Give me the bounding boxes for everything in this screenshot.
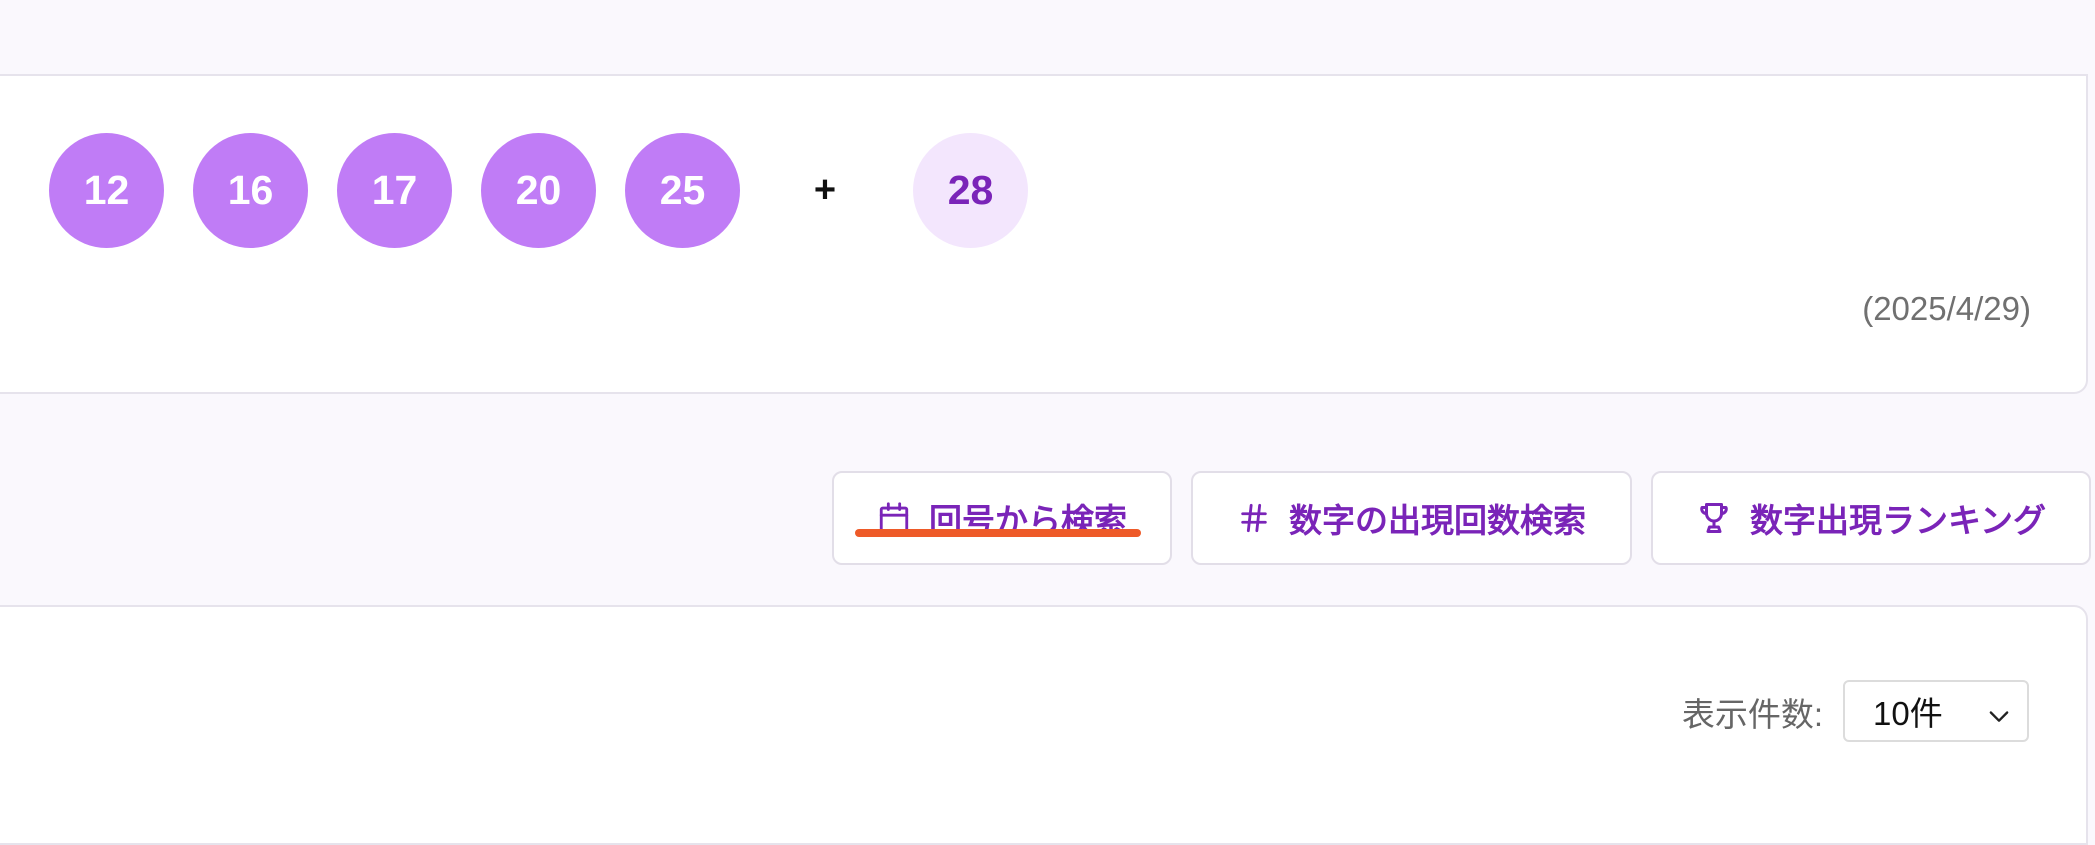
main-number-ball: 12 (49, 133, 164, 248)
search-by-draw-button[interactable]: 回号から検索 (832, 471, 1172, 565)
highlight-underline (855, 529, 1141, 537)
chevron-down-icon (1985, 700, 2013, 738)
display-count-label: 表示件数: (1681, 696, 1823, 733)
number-frequency-search-label: 数字の出現回数検索 (1289, 502, 1586, 539)
trophy-icon (1696, 500, 1732, 536)
display-count-select[interactable]: 10件 (1843, 680, 2029, 742)
main-number-ball: 16 (193, 133, 308, 248)
number-ranking-button[interactable]: 数字出現ランキング (1651, 471, 2091, 565)
main-number-ball: 17 (337, 133, 452, 248)
number-ranking-label: 数字出現ランキング (1749, 502, 2046, 539)
draw-date: (2025/4/29) (1862, 290, 2031, 327)
bonus-number-ball: 28 (913, 133, 1028, 248)
main-number-ball: 25 (625, 133, 740, 248)
plus-symbol: + (813, 169, 837, 211)
latest-result-card (0, 74, 2088, 394)
display-count-value: 10件 (1873, 695, 1943, 732)
main-number-ball: 20 (481, 133, 596, 248)
number-frequency-search-button[interactable]: 数字の出現回数検索 (1191, 471, 1632, 565)
hash-icon (1237, 501, 1271, 535)
